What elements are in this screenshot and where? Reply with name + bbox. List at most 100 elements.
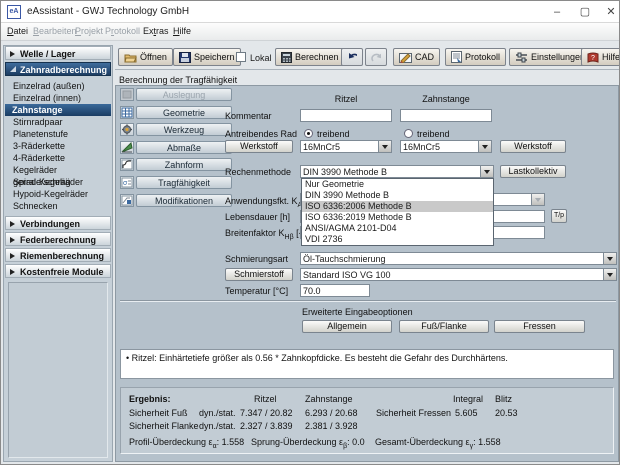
open-button[interactable]: Öffnen (118, 48, 173, 66)
werkstoff-zahnstange-button[interactable]: Werkstoff (500, 140, 566, 153)
werkstoff-zahnstange-combo[interactable]: 16MnCr5 (400, 140, 492, 153)
undo-button[interactable] (341, 48, 363, 66)
schmierungsart-combo[interactable]: Öl-Tauchschmierung (300, 252, 617, 265)
save-button[interactable]: Speichern (173, 48, 241, 66)
sidebar-item-einzelrad-aussen[interactable]: Einzelrad (außen) (6, 80, 110, 92)
rechenmethode-combo[interactable]: DIN 3990 Methode B (300, 165, 494, 178)
tragfaehigkeit-button[interactable]: Tragfähigkeit (136, 176, 232, 189)
kommentar-ritzel-input[interactable] (300, 109, 392, 122)
temperatur-input[interactable] (300, 284, 370, 297)
chevron-down-icon[interactable] (480, 166, 493, 177)
menu-datei[interactable]: Datei (7, 26, 28, 36)
fuss-flanke-button[interactable]: Fuß/Flanke (399, 320, 489, 333)
dropdown-option[interactable]: ISO 6336:2019 Methode B (302, 212, 493, 223)
rechenmethode-dropdown-list: Nur Geometrie DIN 3990 Methode B ISO 633… (301, 178, 494, 246)
sidebar-item-kegelraeder[interactable]: Kegelräder gerade/schräg (6, 164, 110, 176)
menu-protokoll[interactable]: Protokoll (105, 26, 140, 36)
sidebar-item-stirnradpaar[interactable]: Stirnradpaar (6, 116, 110, 128)
sidebar-item-3-raederkette[interactable]: 3-Räderkette (6, 140, 110, 152)
help-button[interactable]: ? Hilfe (581, 48, 620, 66)
sidebar-header-federberechnung[interactable]: Federberechnung (5, 232, 111, 246)
menu-hilfe[interactable]: Hilfe (173, 26, 191, 36)
results-col-integral: Integral (453, 394, 483, 404)
cad-icon (399, 52, 412, 63)
chevron-down-icon[interactable] (603, 253, 616, 264)
schmierstoff-combo[interactable]: Standard ISO VG 100 (300, 268, 617, 281)
dropdown-option-highlighted[interactable]: ISO 6336:2006 Methode B (302, 201, 493, 212)
sidebar-header-verbindungen[interactable]: Verbindungen (5, 216, 111, 230)
werkstoff-ritzel-button[interactable]: Werkstoff (225, 140, 293, 153)
abmasse-button[interactable]: Abmaße (136, 141, 232, 154)
kommentar-label: Kommentar (225, 111, 272, 121)
sidebar-item-einzelrad-innen[interactable]: Einzelrad (innen) (6, 92, 110, 104)
window-title: eAssistant - GWJ Technology GmbH (27, 6, 189, 17)
geometrie-button[interactable]: Geometrie (136, 106, 232, 119)
sidebar-item-spiral-kegelraeder[interactable]: Spiral-Kegelräder (6, 176, 110, 188)
lastkollektiv-button[interactable]: Lastkollektiv (500, 165, 566, 178)
warning-box: • Ritzel: Einhärtetiefe größer als 0.56 … (120, 349, 614, 379)
menu-projekt[interactable]: Projekt (75, 26, 103, 36)
menu-extras[interactable]: Extras (143, 26, 169, 36)
local-checkbox[interactable] (236, 52, 246, 62)
tragfaehigkeit-icon: σ (120, 176, 134, 189)
close-button[interactable]: ✕ (599, 3, 620, 21)
result-row-label: Sicherheit Fuß (129, 408, 188, 418)
sidebar-item-planetenstufe[interactable]: Planetenstufe (6, 128, 110, 140)
profil-ueberdeckung: Profil-Überdeckung εα: 1.558 (129, 437, 244, 450)
sidebar-header-zahnradberechnung[interactable]: Zahnradberechnung (5, 62, 111, 76)
sidebar-header-welle-lager[interactable]: Welle / Lager (5, 46, 111, 60)
modifikationen-button[interactable]: Modifikationen (136, 194, 232, 207)
result-row-label: Sicherheit Flanke (129, 421, 199, 431)
cad-button[interactable]: CAD (393, 48, 440, 66)
sidebar-item-hypoid-kegelraeder[interactable]: Hypoid-Kegelräder (6, 188, 110, 200)
main-area: Öffnen Speichern Lokal Berechnen CAD (115, 45, 619, 462)
treibend-ritzel-radio[interactable] (304, 129, 313, 138)
undo-icon (347, 52, 357, 63)
chevron-down-icon[interactable] (603, 269, 616, 280)
result-fuss-zahnstange: 6.293 / 20.68 (305, 408, 358, 418)
sidebar-header-riemenberechnung[interactable]: Riemenberechnung (5, 248, 111, 262)
app-icon: eA (7, 5, 21, 19)
chevron-right-icon (10, 237, 15, 243)
treibend-zahnstange-label: treibend (417, 129, 450, 139)
abmasse-icon (120, 141, 134, 154)
save-icon (179, 52, 191, 63)
werkstoff-ritzel-combo[interactable]: 16MnCr5 (300, 140, 392, 153)
treibend-zahnstange-radio[interactable] (404, 129, 413, 138)
settings-button[interactable]: Einstellungen (509, 48, 591, 66)
maximize-button[interactable]: ▢ (573, 3, 597, 21)
dropdown-option[interactable]: Nur Geometrie (302, 179, 493, 190)
dropdown-option[interactable]: ANSI/AGMA 2101-D04 (302, 223, 493, 234)
protocol-button[interactable]: Protokoll (445, 48, 506, 66)
allgemein-button[interactable]: Allgemein (302, 320, 392, 333)
kommentar-zahnstange-input[interactable] (400, 109, 492, 122)
sidebar-header-kostenfreie-module[interactable]: Kostenfreie Module (5, 264, 111, 278)
lebensdauer-label: Lebensdauer [h] (225, 212, 290, 222)
sidebar-item-zahnstange[interactable]: Zahnstange (5, 104, 111, 116)
divider (120, 300, 616, 302)
fressen-button[interactable]: Fressen (494, 320, 585, 333)
chevron-down-icon[interactable] (478, 141, 491, 152)
app-window: eA eAssistant - GWJ Technology GmbH – ▢ … (0, 0, 620, 465)
redo-button[interactable] (365, 48, 387, 66)
werkzeug-button[interactable]: Werkzeug (136, 123, 232, 136)
result-fuss-ritzel: 7.347 / 20.82 (240, 408, 293, 418)
minimize-button[interactable]: – (545, 3, 569, 21)
tp-button[interactable]: T/p (551, 209, 567, 223)
sidebar-item-4-raederkette[interactable]: 4-Räderkette (6, 152, 110, 164)
dropdown-option[interactable]: VDI 2736 (302, 234, 493, 245)
menu-bearbeiten[interactable]: Bearbeiten (33, 26, 77, 36)
sidebar-item-schnecken[interactable]: Schnecken (6, 200, 110, 212)
result-fressen-blitz: 20.53 (495, 408, 518, 418)
result-flanke-zahnstange: 2.381 / 3.928 (305, 421, 358, 431)
section-title: Berechnung der Tragfähigkeit (119, 75, 237, 85)
zahnform-button[interactable]: Zahnform (136, 158, 232, 171)
result-flanke-ritzel: 2.327 / 3.839 (240, 421, 293, 431)
document-icon (451, 51, 462, 63)
calculator-icon (281, 52, 292, 63)
dropdown-option[interactable]: DIN 3990 Methode B (302, 190, 493, 201)
auslegung-button[interactable]: Auslegung (136, 88, 232, 101)
calculate-button[interactable]: Berechnen (275, 48, 345, 66)
schmierstoff-button[interactable]: Schmierstoff (225, 268, 293, 281)
chevron-down-icon[interactable] (378, 141, 391, 152)
